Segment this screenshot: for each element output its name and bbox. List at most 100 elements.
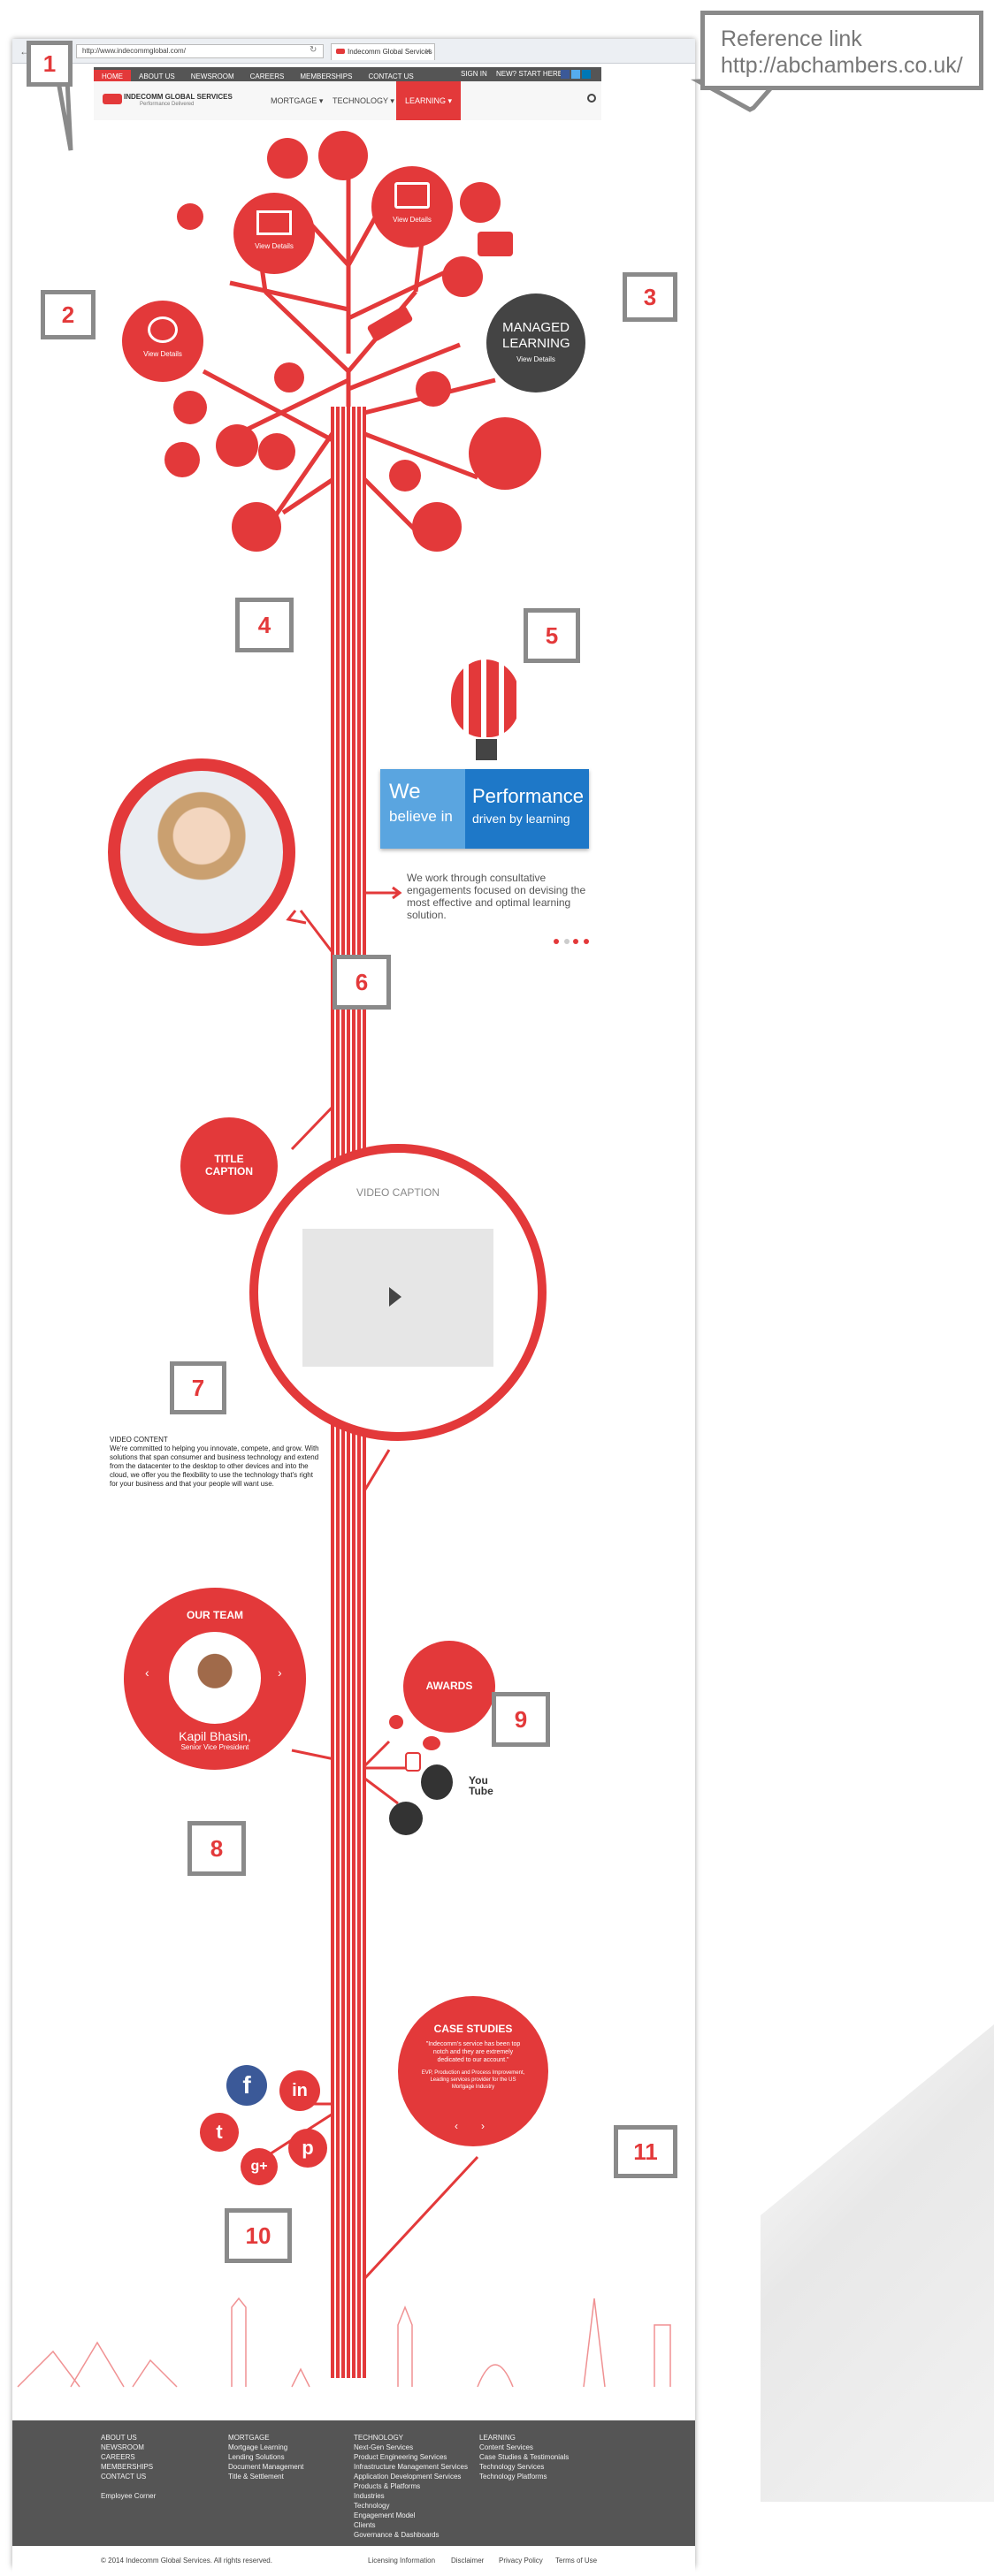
awards-circle[interactable]: AWARDS (403, 1641, 495, 1733)
google-plus-glyph: g+ (250, 2159, 268, 2174)
video-caption: VIDEO CAPTION (356, 1186, 440, 1199)
video-frame: VIDEO CAPTION (249, 1144, 547, 1441)
screenshot-stage: ← → http://www.indecommglobal.com/ ↻ Ind… (0, 0, 994, 2576)
case-next-icon[interactable]: › (481, 2120, 485, 2132)
slider-dot-1[interactable] (554, 939, 559, 944)
footer-link[interactable]: NEWSROOM (101, 2443, 156, 2452)
our-team-circle: OUR TEAM Kapil Bhasin, Senior Vice Presi… (124, 1588, 306, 1770)
banner-performance: Performance (472, 785, 584, 807)
footer-link[interactable]: CONTACT US (101, 2472, 156, 2481)
linkedin-icon[interactable]: in (279, 2070, 320, 2111)
presentation-icon (256, 210, 292, 235)
footer-link[interactable]: Governance & Dashboards (354, 2530, 468, 2540)
managed-learning-title: MANAGED LEARNING (502, 320, 570, 351)
tree-item-top-left[interactable]: View Details (233, 193, 315, 274)
view-details-link[interactable]: View Details (122, 350, 203, 358)
handshake-icon (318, 131, 368, 180)
footer-link[interactable]: Technology Services (479, 2462, 569, 2472)
case-studies-quote: "Indecomm's service has been top notch a… (425, 2041, 521, 2063)
footer-link[interactable]: Products & Platforms (354, 2481, 468, 2491)
terms-link[interactable]: Terms of Use (555, 2546, 597, 2576)
awards-title: AWARDS (425, 1680, 473, 1692)
footer-heading[interactable]: LEARNING (479, 2433, 569, 2443)
licensing-link[interactable]: Licensing Information (368, 2546, 435, 2576)
disclaimer-link[interactable]: Disclaimer (451, 2546, 484, 2576)
footer-link[interactable]: Product Engineering Services (354, 2452, 468, 2462)
tree-item-left[interactable]: View Details (122, 301, 203, 382)
footer-col-mortgage: MORTGAGE Mortgage Learning Lending Solut… (228, 2433, 303, 2481)
callout-8: 8 (187, 1821, 246, 1876)
team-member-photo (169, 1632, 261, 1724)
callout-1: 1 (27, 41, 73, 87)
managed-learning-link[interactable]: View Details (486, 355, 585, 363)
slider-dot-3[interactable] (573, 939, 578, 944)
certificate-icon (405, 1752, 421, 1772)
view-details-link[interactable]: View Details (371, 216, 453, 224)
palette-icon (267, 138, 308, 179)
footer-spacer (101, 2481, 156, 2491)
footer-link[interactable]: Content Services (479, 2443, 569, 2452)
footer-col-learning: LEARNING Content Services Case Studies &… (479, 2433, 569, 2481)
privacy-link[interactable]: Privacy Policy (499, 2546, 543, 2576)
footer-col-about: ABOUT US NEWSROOM CAREERS MEMBERSHIPS CO… (101, 2433, 156, 2501)
slider-dot-2[interactable] (564, 939, 570, 944)
view-details-link[interactable]: View Details (233, 242, 315, 250)
pin-icon (416, 371, 451, 407)
hot-air-balloon-icon (451, 659, 520, 737)
twitter-icon[interactable]: t (200, 2113, 239, 2152)
team-next-icon[interactable]: › (278, 1665, 282, 1680)
gift-icon (177, 203, 203, 230)
tree-item-top-right[interactable]: View Details (371, 166, 453, 248)
copyright-text: © 2014 Indecomm Global Services. All rig… (101, 2557, 272, 2565)
briefcase-icon (478, 232, 513, 256)
footer-link[interactable]: Technology Platforms (479, 2472, 569, 2481)
skype-icon (389, 1802, 423, 1835)
footer: ABOUT US NEWSROOM CAREERS MEMBERSHIPS CO… (12, 2420, 695, 2546)
footer-link[interactable]: Infrastructure Management Services (354, 2462, 468, 2472)
footer-link[interactable]: Employee Corner (101, 2491, 156, 2501)
slider-dot-4[interactable] (584, 939, 589, 944)
linkedin-glyph: in (292, 2081, 308, 2100)
globe-small-icon (389, 460, 421, 492)
footer-link[interactable]: Engagement Model (354, 2511, 468, 2520)
video-player[interactable] (302, 1229, 493, 1367)
footer-link[interactable]: Next-Gen Services (354, 2443, 468, 2452)
footer-link[interactable]: Case Studies & Testimonials (479, 2452, 569, 2462)
footer-link[interactable]: Application Development Services (354, 2472, 468, 2481)
footer-link[interactable]: Clients (354, 2520, 468, 2530)
footer-link[interactable]: Lending Solutions (228, 2452, 303, 2462)
footer-link[interactable]: Technology (354, 2501, 468, 2511)
footer-link[interactable]: MEMBERSHIPS (101, 2462, 156, 2472)
target-icon (274, 362, 304, 392)
video-content-heading: VIDEO CONTENT (110, 1436, 168, 1444)
pinterest-glyph: p (302, 2137, 314, 2159)
callout-9: 9 (492, 1692, 550, 1747)
footer-link[interactable]: ABOUT US (101, 2433, 156, 2443)
footer-link[interactable]: Title & Settlement (228, 2472, 303, 2481)
facebook-icon[interactable]: f (226, 2065, 267, 2106)
footer-heading[interactable]: MORTGAGE (228, 2433, 303, 2443)
footer-link[interactable]: Mortgage Learning (228, 2443, 303, 2452)
video-content-text: We're committed to helping you innovate,… (110, 1444, 319, 1488)
footer-link[interactable]: CAREERS (101, 2452, 156, 2462)
globe-icon (460, 182, 501, 223)
title-caption-text: TITLE CAPTION (205, 1153, 253, 1177)
team-prev-icon[interactable]: ‹ (145, 1665, 149, 1680)
managed-learning-circle[interactable]: MANAGED LEARNING View Details (486, 293, 585, 392)
pinterest-icon[interactable]: p (288, 2129, 327, 2168)
footer-col-technology: TECHNOLOGY Next-Gen Services Product Eng… (354, 2433, 468, 2540)
mouse-icon (469, 417, 541, 490)
banner-believe: believe in (389, 808, 453, 825)
youtube-icon: You Tube (469, 1774, 493, 1797)
twitter-glyph: t (216, 2121, 223, 2143)
callout-4: 4 (235, 598, 294, 652)
google-plus-icon[interactable]: g+ (241, 2148, 278, 2185)
team-member-name: Kapil Bhasin, (179, 1729, 251, 1743)
case-studies-title: CASE STUDIES (433, 2023, 513, 2035)
play-icon[interactable] (389, 1287, 401, 1307)
footer-link[interactable]: Industries (354, 2491, 468, 2501)
chart-icon (258, 433, 295, 470)
footer-heading[interactable]: TECHNOLOGY (354, 2433, 468, 2443)
footer-link[interactable]: Document Management (228, 2462, 303, 2472)
case-prev-icon[interactable]: ‹ (455, 2120, 458, 2132)
